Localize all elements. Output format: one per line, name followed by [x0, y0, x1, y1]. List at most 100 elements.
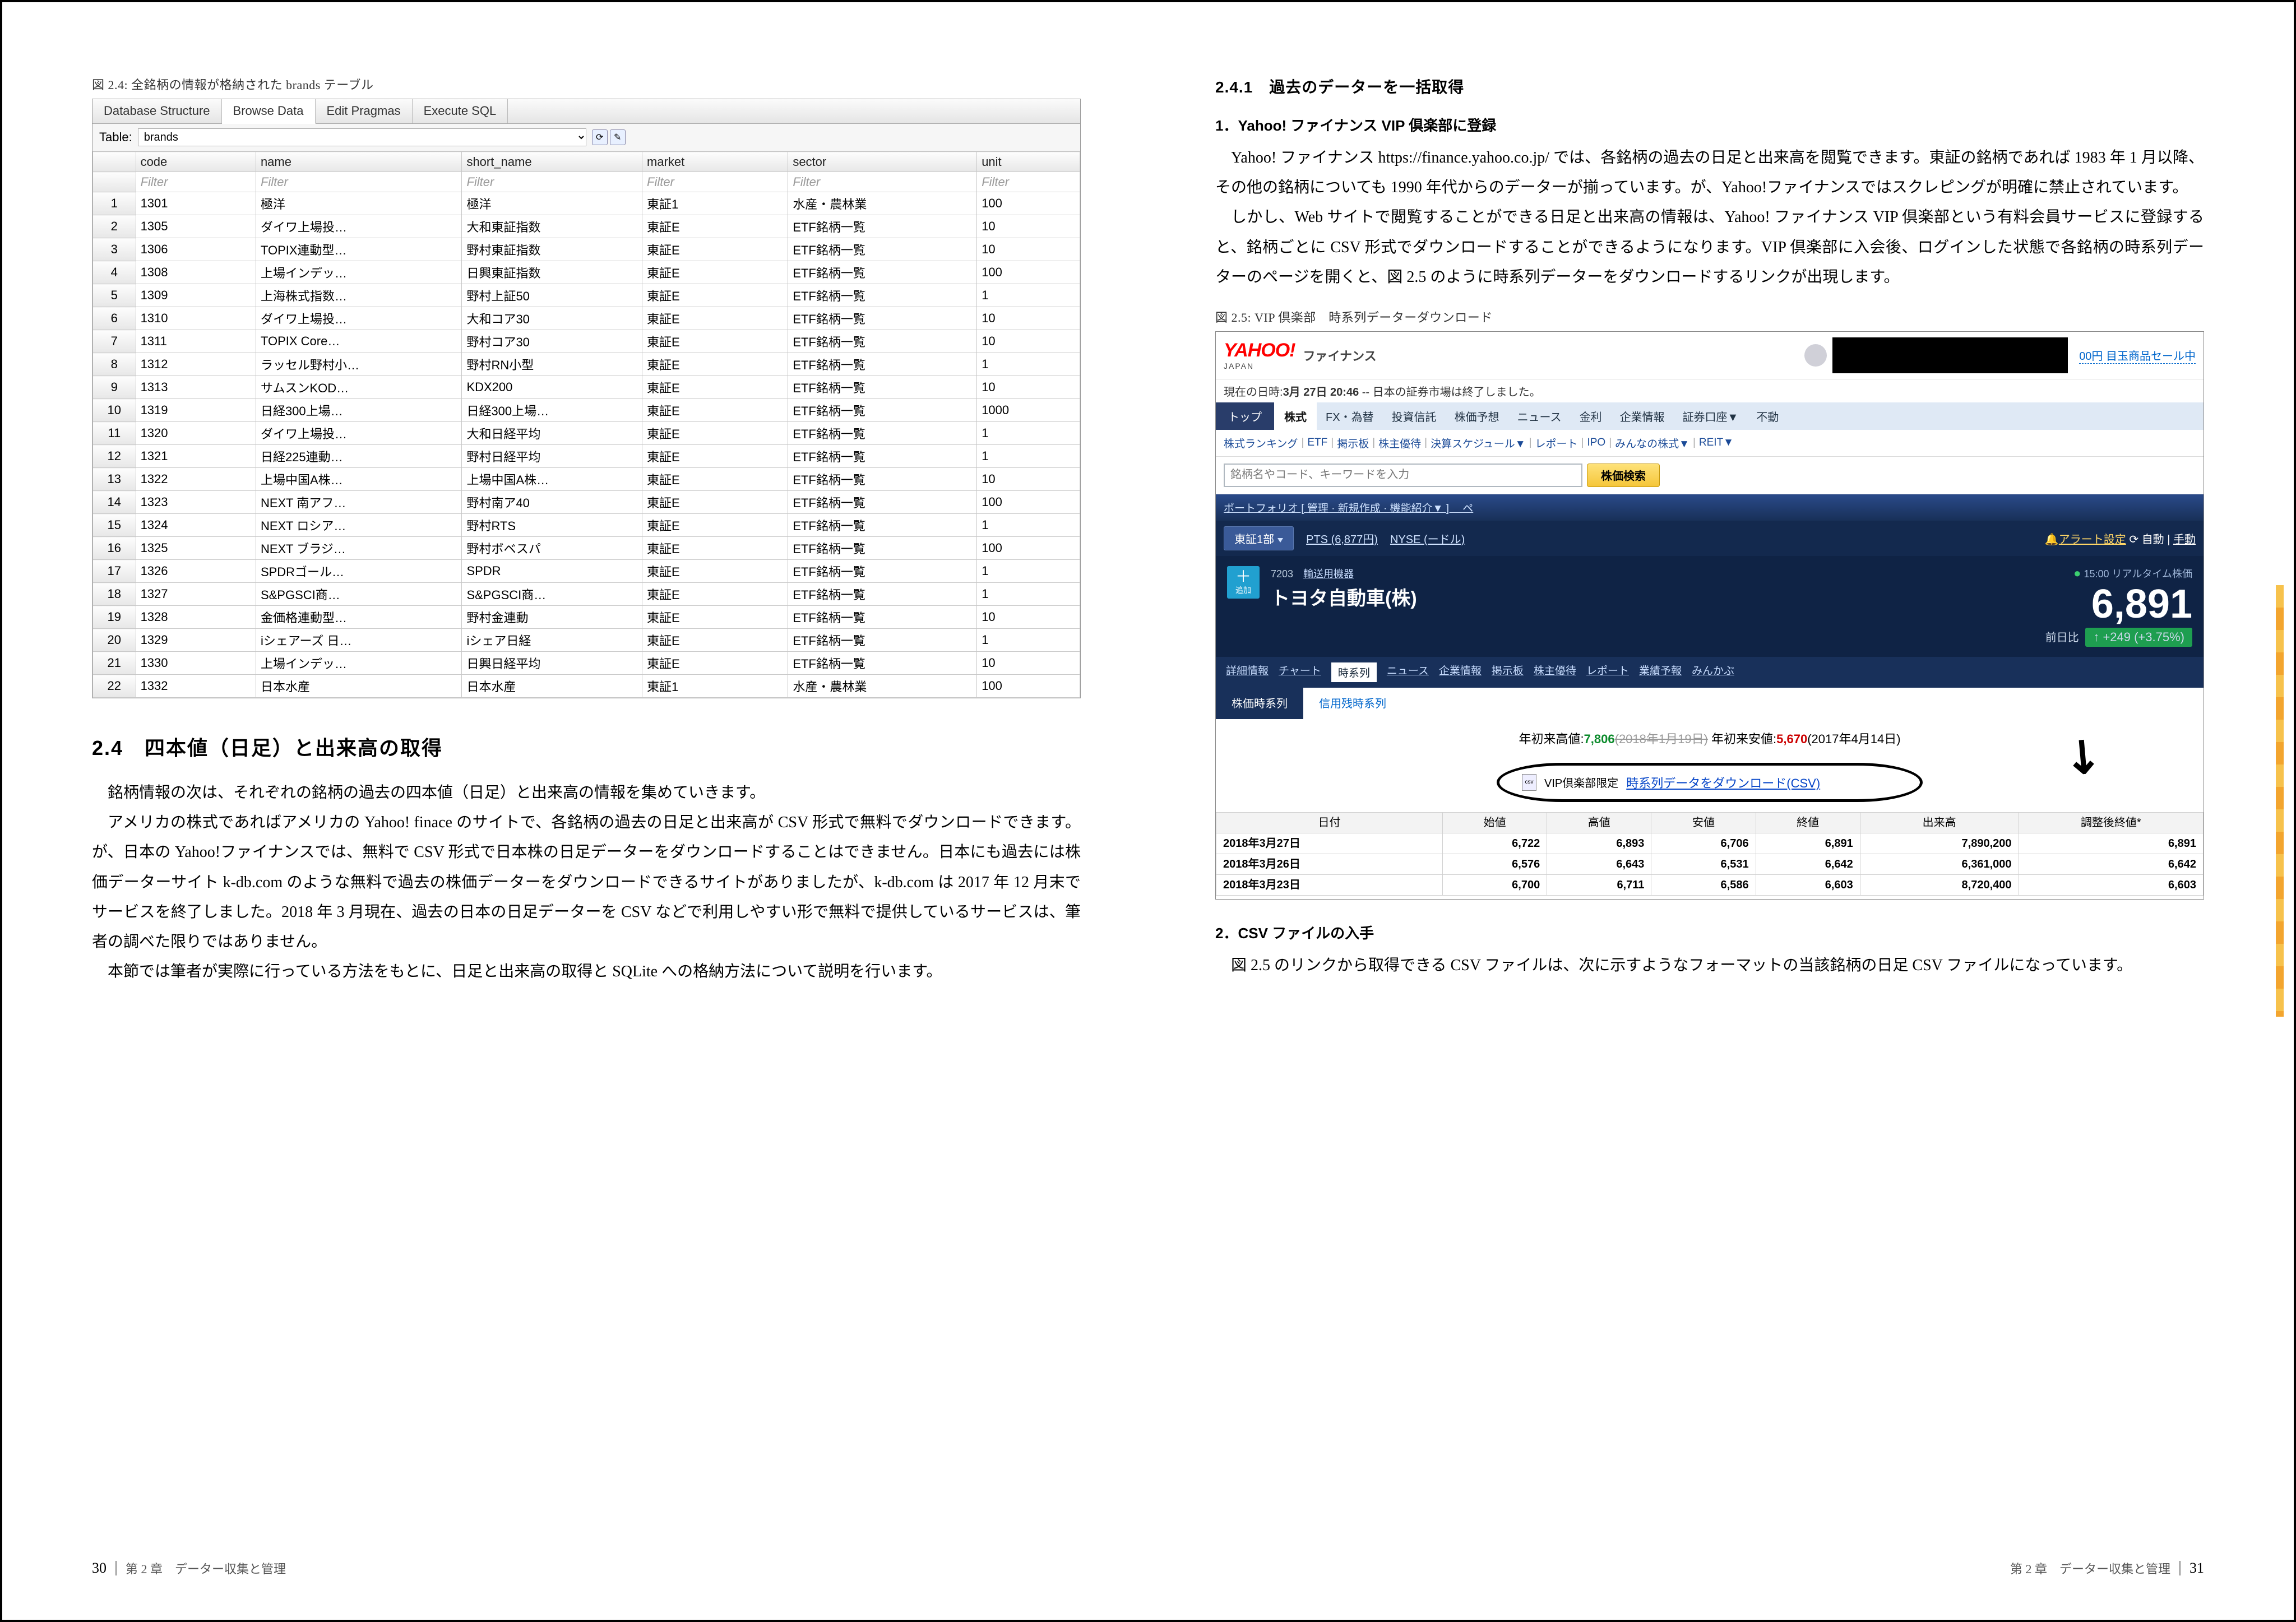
- pts-link[interactable]: PTS (6,877円): [1306, 530, 1378, 546]
- nav2-item[interactable]: 株式ランキング: [1224, 435, 1298, 451]
- table-row[interactable]: 71311TOPIX Core…野村コア30東証EETF銘柄一覧10: [93, 330, 1080, 353]
- table-row[interactable]: 121321日経225連動…野村日経平均東証EETF銘柄一覧1: [93, 445, 1080, 468]
- table-row[interactable]: 151324NEXT ロシア…野村RTS東証EETF銘柄一覧1: [93, 514, 1080, 537]
- nav-item[interactable]: ニュース: [1508, 402, 1571, 430]
- stock-code: 7203 輸送用機器: [1271, 566, 1506, 581]
- table-row[interactable]: 91313サムスンKOD…KDX200東証EETF銘柄一覧10: [93, 376, 1080, 399]
- ytd-line: 年初来高値:7,806(2018年1月19日) 年初来安値:5,670(2017…: [1216, 719, 2204, 757]
- filter-market[interactable]: Filter: [642, 172, 788, 192]
- market-status: 現在の日時:3月 27日 20:46 -- 日本の証券市場は終了しました。: [1216, 379, 2204, 402]
- nav2-item[interactable]: ETF: [1307, 437, 1327, 449]
- cell: 野村金連動: [462, 606, 642, 629]
- cell: 東証E: [642, 238, 788, 261]
- col-code[interactable]: code: [136, 152, 256, 172]
- filter-sector[interactable]: Filter: [788, 172, 977, 192]
- table-row[interactable]: 201329iシェアーズ 日…iシェア日経東証EETF銘柄一覧1: [93, 629, 1080, 652]
- market-pill[interactable]: 東証1部: [1224, 526, 1294, 550]
- category-link[interactable]: 輸送用機器: [1303, 568, 1354, 580]
- col-name[interactable]: name: [256, 152, 462, 172]
- col-market[interactable]: market: [642, 152, 788, 172]
- search-input[interactable]: [1224, 464, 1582, 487]
- table-row[interactable]: 11301極洋極洋東証1水産・農林業100: [93, 192, 1080, 215]
- portfolio-bar[interactable]: ポートフォリオ [ 管理 · 新規作成 · 機能紹介▼ ] ペ: [1216, 494, 2204, 521]
- table-row[interactable]: 41308上場インデッ…日興東証指数東証EETF銘柄一覧100: [93, 261, 1080, 284]
- row-number: 7: [93, 330, 136, 353]
- stock-tab[interactable]: ニュース: [1387, 662, 1429, 682]
- table-row[interactable]: 61310ダイワ上場投…大和コア30東証EETF銘柄一覧10: [93, 307, 1080, 330]
- tab-execute-sql[interactable]: Execute SQL: [413, 99, 508, 123]
- col-unit[interactable]: unit: [977, 152, 1080, 172]
- table-row[interactable]: 101319日経300上場…日経300上場…東証EETF銘柄一覧1000: [93, 399, 1080, 422]
- nav2-item[interactable]: レポート: [1535, 435, 1578, 451]
- stock-tab[interactable]: 株主優待: [1534, 662, 1576, 682]
- nyse-link[interactable]: NYSE (ードル): [1390, 530, 1465, 546]
- nav2-item[interactable]: 株主優待: [1378, 435, 1421, 451]
- filter-short[interactable]: Filter: [462, 172, 642, 192]
- nav-item[interactable]: 証券口座▼: [1674, 402, 1748, 430]
- stock-tab[interactable]: 時系列: [1331, 662, 1377, 682]
- table-row[interactable]: 211330上場インデッ…日興日経平均東証EETF銘柄一覧10: [93, 652, 1080, 675]
- stock-tab[interactable]: みんかぶ: [1692, 662, 1734, 682]
- col-sector[interactable]: sector: [788, 152, 977, 172]
- table-row[interactable]: 221332日本水産日本水産東証1水産・農林業100: [93, 675, 1080, 698]
- avatar-icon[interactable]: [1804, 344, 1827, 367]
- body-text: Yahoo! ファイナンス https://finance.yahoo.co.j…: [1215, 143, 2204, 292]
- clear-filter-icon[interactable]: ✎: [610, 129, 626, 145]
- nav2-item[interactable]: 決算スケジュール▼: [1431, 435, 1525, 451]
- table-row[interactable]: 191328金価格連動型…野村金連動東証EETF銘柄一覧10: [93, 606, 1080, 629]
- stock-tab[interactable]: レポート: [1586, 662, 1629, 682]
- stock-tab[interactable]: チャート: [1279, 662, 1321, 682]
- filter-name[interactable]: Filter: [256, 172, 462, 192]
- tab-browse-data[interactable]: Browse Data: [222, 99, 316, 124]
- brands-table: code name short_name market sector unit …: [92, 151, 1080, 698]
- nav-item[interactable]: FX・為替: [1317, 402, 1383, 430]
- table-row[interactable]: 141323NEXT 南アフ…野村南ア40東証EETF銘柄一覧100: [93, 491, 1080, 514]
- nav-top[interactable]: トップ: [1216, 402, 1274, 430]
- cell: ETF銘柄一覧: [788, 606, 977, 629]
- stock-tab[interactable]: 詳細情報: [1226, 662, 1269, 682]
- ts-tab-credit[interactable]: 信用残時系列: [1303, 688, 1402, 719]
- filter-code[interactable]: Filter: [136, 172, 256, 192]
- table-row[interactable]: 181327S&PGSCI商…S&PGSCI商…東証EETF銘柄一覧1: [93, 583, 1080, 606]
- stock-header-bar: 東証1部 PTS (6,877円) NYSE (ードル) 🔔アラート設定 ⟳ 自…: [1216, 521, 2204, 556]
- sale-link[interactable]: 00円 目玉商品セール中: [2079, 347, 2196, 364]
- table-row[interactable]: 31306TOPIX連動型…野村東証指数東証EETF銘柄一覧10: [93, 238, 1080, 261]
- nav-item[interactable]: 不動: [1747, 402, 1788, 430]
- tab-edit-pragmas[interactable]: Edit Pragmas: [316, 99, 413, 123]
- cell: ETF銘柄一覧: [788, 422, 977, 445]
- nav-stocks[interactable]: 株式: [1274, 402, 1317, 430]
- nav-item[interactable]: 投資信託: [1383, 402, 1446, 430]
- nav2-item[interactable]: IPO: [1587, 437, 1605, 449]
- table-select[interactable]: brands: [138, 128, 586, 146]
- cell: 野村東証指数: [462, 238, 642, 261]
- table-row[interactable]: 81312ラッセル野村小…野村RN小型東証EETF銘柄一覧1: [93, 353, 1080, 376]
- stock-tab[interactable]: 掲示板: [1492, 662, 1524, 682]
- live-dot-icon: ●: [2073, 566, 2081, 580]
- filter-unit[interactable]: Filter: [977, 172, 1080, 192]
- ts-tab-price[interactable]: 株価時系列: [1216, 688, 1303, 719]
- cell: 1: [977, 583, 1080, 606]
- nav-item[interactable]: 金利: [1571, 402, 1611, 430]
- alert-settings[interactable]: 🔔アラート設定 ⟳ 自動 | 手動: [2045, 530, 2196, 546]
- cell: 1325: [136, 537, 256, 560]
- table-row[interactable]: 51309上海株式指数…野村上証50東証EETF銘柄一覧1: [93, 284, 1080, 307]
- table-row[interactable]: 111320ダイワ上場投…大和日経平均東証EETF銘柄一覧1: [93, 422, 1080, 445]
- tab-database-structure[interactable]: Database Structure: [92, 99, 222, 123]
- nav-item[interactable]: 株価予想: [1446, 402, 1508, 430]
- table-row[interactable]: 131322上場中国A株…上場中国A株…東証EETF銘柄一覧10: [93, 468, 1080, 491]
- search-button[interactable]: 株価検索: [1587, 464, 1660, 487]
- download-csv-link[interactable]: 時系列データをダウンロード(CSV): [1626, 773, 1820, 791]
- stock-tab[interactable]: 企業情報: [1439, 662, 1482, 682]
- table-row[interactable]: 171326SPDRゴール…SPDR東証EETF銘柄一覧1: [93, 560, 1080, 583]
- stock-tab[interactable]: 業績予報: [1639, 662, 1682, 682]
- table-row[interactable]: 161325NEXT ブラジ…野村ボベスパ東証EETF銘柄一覧100: [93, 537, 1080, 560]
- table-row[interactable]: 21305ダイワ上場投…大和東証指数東証EETF銘柄一覧10: [93, 215, 1080, 238]
- nav2-item[interactable]: 掲示板: [1337, 435, 1369, 451]
- nav2-item[interactable]: みんなの株式▼: [1615, 435, 1689, 451]
- col-short-name[interactable]: short_name: [462, 152, 642, 172]
- refresh-icon[interactable]: ⟳: [592, 129, 608, 145]
- nav-item[interactable]: 企業情報: [1611, 402, 1674, 430]
- page-number: 30: [92, 1560, 107, 1577]
- add-button[interactable]: ＋追加: [1227, 566, 1260, 599]
- nav2-item[interactable]: REIT▼: [1699, 437, 1734, 449]
